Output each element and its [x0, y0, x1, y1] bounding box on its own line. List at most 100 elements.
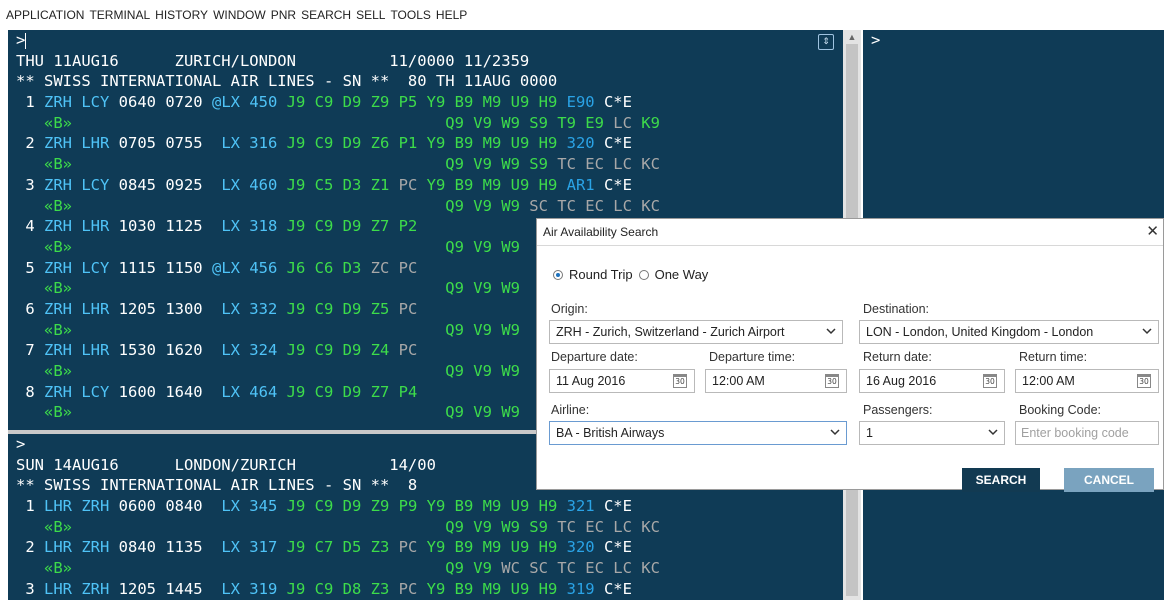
terminal-text: LX 317 — [221, 538, 287, 557]
terminal-line: «B» Q9 V9 W9 S9 TC EC LC KC — [8, 517, 843, 538]
passengers-label: Passengers: — [863, 403, 933, 417]
terminal-text: 320 — [566, 134, 604, 153]
airline-select[interactable]: BA - British Airways — [549, 421, 847, 445]
chevron-down-icon — [1142, 328, 1152, 335]
terminal-text: 1030 1125 — [118, 217, 222, 236]
terminal-text: «B» — [16, 113, 72, 132]
terminal-text: 0705 0755 — [118, 134, 222, 153]
terminal-text: 6 — [16, 299, 44, 318]
terminal-text: ZRH LCY — [44, 258, 119, 277]
close-icon[interactable]: ✕ — [1146, 222, 1159, 240]
chevron-down-icon — [826, 328, 836, 335]
menu-item-pnr[interactable]: PNR — [271, 8, 296, 22]
expand-toggle-icon[interactable]: ⇕ — [818, 34, 834, 50]
search-button[interactable]: SEARCH — [962, 468, 1040, 492]
terminal-text: 321 — [566, 497, 604, 516]
round-trip-radio[interactable] — [553, 269, 563, 280]
airline-value: BA - British Airways — [556, 426, 665, 440]
terminal-text: 5 — [16, 258, 44, 277]
terminal-text: J9 C9 — [286, 382, 343, 401]
terminal-text: «B» — [16, 320, 72, 339]
booking-code-input[interactable] — [1015, 421, 1159, 445]
dialog-titlebar: Air Availability Search ✕ — [537, 219, 1163, 246]
terminal-text: 320 — [566, 538, 604, 557]
passengers-value: 1 — [866, 426, 873, 440]
terminal-text: ZRH LCY — [44, 382, 119, 401]
terminal-text: TC EC LC KC — [557, 517, 660, 536]
terminal-text: 7 — [16, 341, 44, 360]
terminal-line: 1 ZRH LCY 0640 0720 @LX 450 J9 C9 D9 Z9 … — [8, 92, 843, 113]
menu-item-history[interactable]: HISTORY — [155, 8, 208, 22]
terminal-text: Q9 V9 W9 S9 T9 E9 — [72, 113, 614, 132]
terminal-text: J9 C5 — [286, 175, 343, 194]
terminal-text: Q9 V9 — [72, 559, 502, 578]
return-time-field[interactable]: 12:00 AM 30 — [1015, 369, 1159, 393]
return-date-label: Return date: — [863, 350, 932, 364]
terminal-text: 2 — [16, 134, 44, 153]
destination-select[interactable]: LON - London, United Kingdom - London — [859, 320, 1159, 344]
cancel-button[interactable]: CANCEL — [1064, 468, 1154, 492]
terminal-text: Y9 B9 M9 U9 H9 — [426, 538, 567, 557]
terminal-text: J9 C9 — [286, 579, 343, 598]
terminal-line: 2 LHR ZRH 0840 1135 LX 317 J9 C7 D5 Z3 P… — [8, 537, 843, 558]
departure-date-field[interactable]: 11 Aug 2016 30 — [549, 369, 695, 393]
terminal-text: C*E — [603, 134, 632, 153]
menu-item-tools[interactable]: TOOLS — [390, 8, 430, 22]
menu-item-window[interactable]: WINDOW — [213, 8, 266, 22]
departure-time-field[interactable]: 12:00 AM 30 — [705, 369, 847, 393]
booking-code-label: Booking Code: — [1019, 403, 1102, 417]
terminal-text: «B» — [16, 362, 72, 380]
terminal-text: «B» — [16, 279, 72, 298]
terminal-text: 1115 1150 — [118, 258, 212, 277]
clock-picker-icon[interactable]: 30 — [1137, 374, 1151, 388]
terminal-line: «B» Q9 V9 W9 SC TC EC LC KC — [8, 196, 843, 217]
terminal-text: C*E — [603, 175, 632, 194]
origin-value: ZRH - Zurich, Switzerland - Zurich Airpo… — [556, 325, 785, 339]
terminal-text: 3 — [16, 579, 44, 598]
terminal-text: LX 318 — [221, 217, 287, 236]
origin-select[interactable]: ZRH - Zurich, Switzerland - Zurich Airpo… — [549, 320, 843, 344]
calendar-icon[interactable]: 30 — [983, 374, 997, 388]
terminal-text: LX 332 — [221, 299, 287, 318]
terminal-text: LX 319 — [221, 579, 287, 598]
terminal-text: 3 — [16, 175, 44, 194]
menu-item-terminal[interactable]: TERMINAL — [89, 8, 150, 22]
terminal-text: J9 C9 — [286, 93, 343, 112]
terminal-text: 0840 1135 — [118, 538, 222, 557]
round-trip-label[interactable]: Round Trip — [569, 267, 633, 282]
terminal-line: 2 ZRH LHR 0705 0755 LX 316 J9 C9 D9 Z6 P… — [8, 133, 843, 154]
terminal-text: 4 — [16, 217, 44, 236]
terminal-text: 2 — [16, 538, 44, 557]
terminal-text: PC — [398, 299, 418, 318]
terminal-text: > — [16, 435, 26, 453]
terminal-text: LX 456 — [221, 258, 287, 277]
airline-label: Airline: — [551, 403, 590, 417]
terminal-text: ** SWISS INTERNATIONAL AIR LINES - SN **… — [16, 476, 418, 495]
clock-picker-icon[interactable]: 30 — [825, 374, 839, 388]
terminal-text: PC — [398, 538, 427, 557]
terminal-text: J9 C7 — [286, 538, 343, 557]
passengers-select[interactable]: 1 — [859, 421, 1005, 445]
menu-item-application[interactable]: APPLICATION — [6, 8, 84, 22]
calendar-icon[interactable]: 30 — [673, 374, 687, 388]
terminal-text: «B» — [16, 155, 72, 174]
scroll-up-arrow-icon[interactable]: ▲ — [846, 32, 858, 42]
terminal-text: THU 11AUG16 ZURICH/LONDON 11/0000 11/235… — [16, 51, 530, 70]
menu-item-sell[interactable]: SELL — [356, 8, 385, 22]
terminal-line: «B» Q9 V9 WC SC TC EC LC KC — [8, 558, 843, 579]
prompt-symbol: > — [16, 31, 26, 49]
menu-item-help[interactable]: HELP — [436, 8, 467, 22]
return-date-field[interactable]: 16 Aug 2016 30 — [859, 369, 1005, 393]
menu-item-search[interactable]: SEARCH — [301, 8, 351, 22]
terminal-text: 1 — [16, 93, 44, 112]
chevron-down-icon — [988, 429, 998, 436]
terminal-text: SUN 14AUG16 LONDON/ZURICH 14/00 — [16, 455, 436, 474]
terminal-text: LX 345 — [221, 497, 287, 516]
terminal-text: Q9 V9 W9 — [72, 237, 520, 256]
one-way-radio[interactable] — [638, 269, 649, 280]
terminal-text: «B» — [16, 517, 72, 536]
terminal-text: Q9 V9 W9 S9 — [72, 517, 558, 536]
one-way-label[interactable]: One Way — [655, 267, 709, 282]
terminal-text: LX 464 — [221, 382, 287, 401]
terminal-text: J9 C9 — [286, 299, 343, 318]
